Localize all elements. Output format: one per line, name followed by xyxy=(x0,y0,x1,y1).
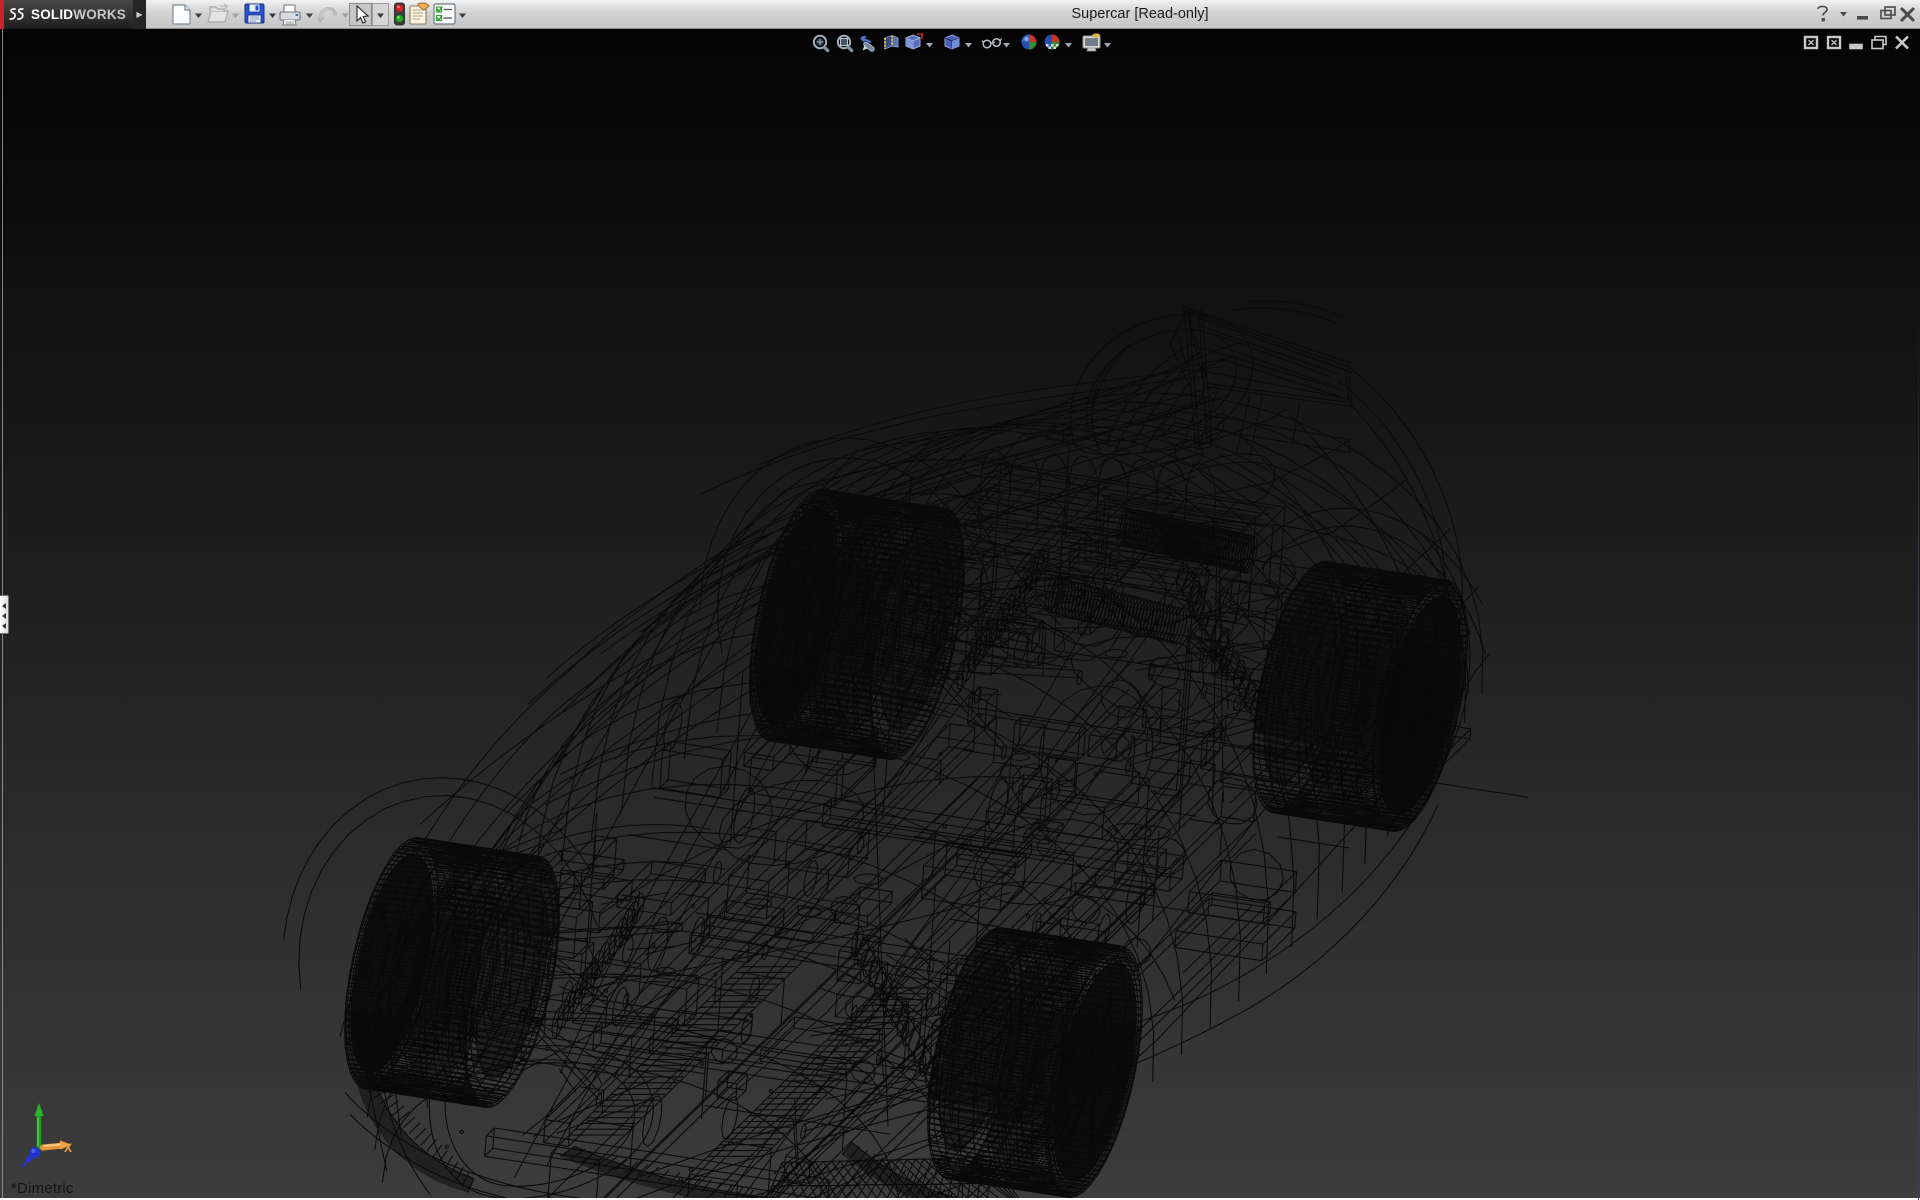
svg-text:X: X xyxy=(64,1141,72,1155)
